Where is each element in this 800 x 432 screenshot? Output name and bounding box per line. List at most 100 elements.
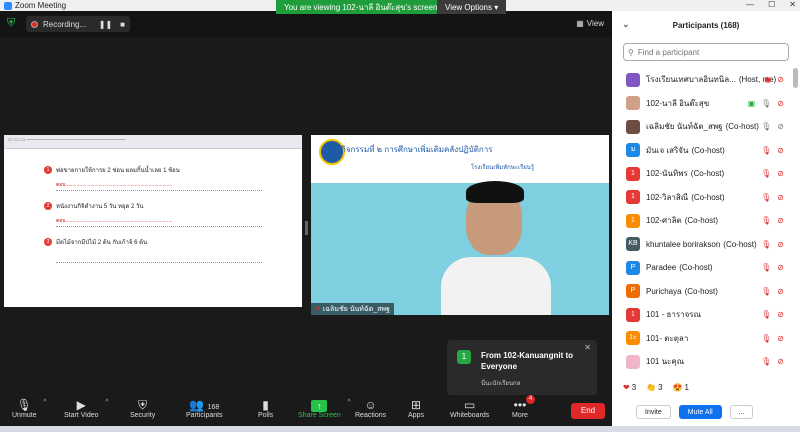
unmute-button[interactable]: 🎙 Unmute ^ (12, 398, 47, 419)
doc-question: 2 หนังงานกิจิตำงาน 5 วัน หยุด 2 วัน (44, 201, 262, 211)
reactions-label: Reactions (355, 412, 387, 419)
more-button[interactable]: ••• 4 More (512, 395, 535, 419)
view-options-button[interactable]: View Options ▾ (437, 0, 507, 14)
participant-row[interactable]: KB khuntalee borirakson (Co-host) 🎙 ⊘ (612, 233, 790, 257)
participant-row[interactable]: 1ะ 101- ตะตุลา 🎙 ⊘ (612, 327, 790, 351)
participant-status: 🎙 ⊘ (761, 310, 784, 319)
participant-row[interactable]: 1 102-นันทิพร (Co-host) 🎙 ⊘ (612, 162, 790, 186)
tile-resize-handle[interactable] (305, 221, 308, 235)
participant-search[interactable]: ⚲ (623, 43, 789, 61)
stop-recording-icon[interactable]: ■ (120, 20, 125, 29)
participant-avatar: 1 (626, 166, 640, 181)
invite-button[interactable]: Invite (636, 405, 671, 419)
participant-avatar (626, 96, 640, 111)
nonverbal-reactions: ❤ 3 👏 3 😍 1 (623, 383, 689, 392)
participant-row[interactable]: 102-นาลี อินต๊ะสุข ▣ 🎙 ⊘ (612, 92, 790, 116)
mic-icon: 🎙 (761, 98, 772, 108)
reaction-count: 👏 3 (646, 383, 662, 392)
view-button[interactable]: ▦ View (576, 19, 604, 28)
end-meeting-button[interactable]: End (571, 403, 605, 419)
participant-role: (Co-host) (691, 192, 725, 202)
participant-row[interactable]: P Purichaya (Co-host) 🎙 ⊘ (612, 280, 790, 304)
participants-label: Participants (186, 412, 223, 419)
reaction-count: 😍 1 (673, 383, 689, 392)
mic-muted-icon: 🎙 (761, 286, 772, 296)
share-options-chevron-icon[interactable]: ^ (348, 399, 351, 406)
maximize-icon[interactable]: ☐ (768, 0, 775, 9)
participant-row[interactable]: เฉลิมชัย นันท์ฉัต_สพฐ (Co-host) 🎙 ⊘ (612, 115, 790, 139)
security-shield-icon[interactable]: ⛨ (7, 18, 17, 29)
apps-button[interactable]: ⊞ Apps (408, 398, 424, 419)
participant-row[interactable]: 101 นะคุณ 🎙 ⊘ (612, 350, 790, 374)
smiley-plus-icon: ☺ (364, 398, 377, 412)
participant-avatar: 1 (626, 307, 640, 322)
participant-name: เฉลิมชัย นันท์ฉัต_สพฐ (646, 122, 723, 132)
participant-list-scrollbar[interactable] (793, 68, 798, 88)
mic-muted-icon: 🎙 (761, 216, 772, 226)
participant-row[interactable]: 1 102-วิลาสิณี (Co-host) 🎙 ⊘ (612, 186, 790, 210)
participants-panel: ⌄ Participants (168) ⚲ โรงเรียนเทศบาลอิน… (612, 11, 800, 426)
presenter-video-tile[interactable]: กิจกรรมที่ ๒ การศึกษาเพิ่มเติมคลังปฏิบัต… (311, 135, 609, 315)
collapse-panel-chevron-icon[interactable]: ⌄ (622, 19, 630, 30)
mic-muted-icon: 🎙 (761, 169, 772, 179)
participant-avatar: P (626, 284, 640, 299)
slide-subtitle: โรงเรียนเพิ่มทักษะเรียนรู้ (471, 165, 535, 171)
participant-avatar: 1 (626, 213, 640, 228)
start-video-button[interactable]: ▶ Start Video ^ (64, 398, 109, 419)
shared-document: 1 พ่อขายกายให้การย 2 ช่อน ผลมกิ้นน้ำเลย 1… (4, 149, 302, 269)
participants-count: 168 (207, 404, 220, 411)
reactions-button[interactable]: ☺ Reactions (355, 398, 386, 419)
video-options-chevron-icon[interactable]: ^ (105, 399, 108, 406)
close-notification-icon[interactable]: ✕ (584, 343, 591, 352)
participant-avatar (626, 119, 640, 134)
polls-button[interactable]: ▮ Polls (258, 398, 273, 419)
mute-all-button[interactable]: Mute All (678, 405, 722, 419)
reaction-icon: ❤ (623, 383, 630, 392)
minimize-icon[interactable]: — (746, 0, 754, 9)
participant-role: (Co-host) (690, 169, 725, 179)
share-arrow-icon: ↑ (298, 398, 341, 412)
participant-row[interactable]: มมันเจ เสริจัน (Co-host) 🎙 ⊘ (612, 139, 790, 163)
panel-more-button[interactable]: ... (729, 405, 754, 419)
participant-status: 🎙 ⊘ (761, 216, 784, 225)
share-screen-button[interactable]: ↑ Share Screen ^ (298, 398, 351, 419)
participant-name: 102-วิลาสิณี (646, 192, 689, 202)
participant-status: 🎙 ⊘ (761, 193, 784, 202)
recording-icon: ◉ (764, 75, 772, 85)
presenter-figure (441, 175, 561, 315)
shared-screen-tile[interactable]: ▭ ▭ ▭ ──────────────────────────── 1 พ่อข… (4, 135, 302, 307)
video-off-icon: ⊘ (777, 122, 784, 132)
mic-muted-icon: 🎙 (761, 357, 772, 367)
recording-indicator: Recording... ❚❚ ■ (26, 16, 130, 32)
apps-label: Apps (408, 412, 424, 419)
participant-row[interactable]: P Paradee (Co-host) 🎙 ⊘ (612, 256, 790, 280)
pause-recording-icon[interactable]: ❚❚ (99, 20, 112, 29)
participant-role: (Co-host) (684, 286, 718, 296)
video-off-icon: ▶ (76, 398, 86, 412)
whiteboards-button[interactable]: ▭ Whiteboards (450, 398, 489, 419)
participant-row[interactable]: 1 101 - ธาราจรณ 🎙 ⊘ (612, 303, 790, 327)
participant-avatar: P (626, 260, 640, 275)
participant-name: 102-นาลี อินต๊ะสุข (646, 98, 710, 108)
chat-notification[interactable]: 1 From 102-Kanuangnit to Everyone นี่นะน… (447, 340, 597, 396)
security-button[interactable]: ⛨ Security (130, 398, 155, 419)
participant-row[interactable]: โรงเรียนเทศบาลอินทนิล... (Host, me) ◉ ⊘ (612, 68, 790, 92)
search-icon: ⚲ (628, 47, 634, 57)
participants-button[interactable]: 👥 168 Participants (186, 398, 223, 419)
whiteboard-icon: ▭ (463, 398, 476, 412)
whiteboards-label: Whiteboards (450, 412, 490, 419)
mic-icon: 🎙 (761, 122, 772, 132)
participant-search-input[interactable] (637, 47, 768, 57)
participant-status: 🎙 ⊘ (761, 122, 784, 131)
participant-status: 🎙 ⊘ (761, 169, 784, 178)
video-off-icon: ⊘ (777, 192, 784, 202)
close-window-icon[interactable]: ✕ (789, 0, 796, 9)
audio-options-chevron-icon[interactable]: ^ (43, 399, 46, 406)
participant-avatar (626, 72, 640, 87)
zoom-logo-icon (4, 1, 12, 10)
participant-status: 🎙 ⊘ (761, 240, 784, 249)
os-taskbar (0, 426, 800, 432)
security-label: Security (130, 412, 156, 419)
participant-row[interactable]: 1 102-ศาลิต (Co-host) 🎙 ⊘ (612, 209, 790, 233)
people-icon: 👥 168 (189, 398, 220, 412)
